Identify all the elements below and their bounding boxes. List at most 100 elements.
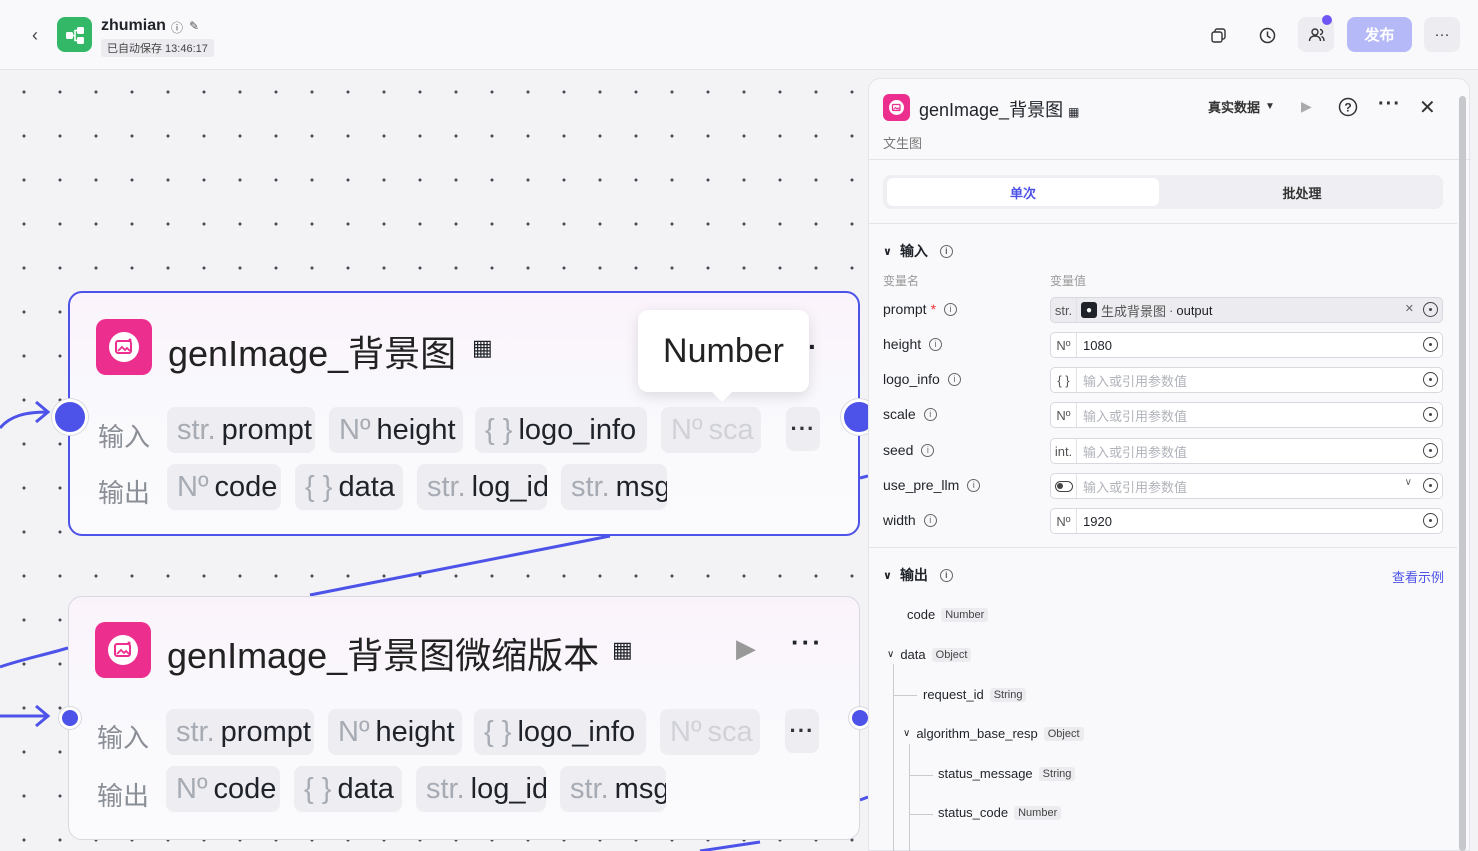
run-node-icon[interactable]: ▶ (736, 633, 756, 664)
plugin-store-icon: ▦ (472, 335, 493, 360)
more-inputs-button[interactable]: ··· (786, 407, 820, 451)
copy-icon[interactable] (1205, 22, 1231, 48)
app-logo (57, 17, 92, 52)
workflow-node-genimage-thumb[interactable]: genImage_背景图微缩版本 ▦ ▶ ··· 输入 输出 str. promp… (68, 596, 860, 840)
input-chip-scale: Nº sca (660, 709, 760, 755)
info-icon: i (947, 372, 961, 386)
input-chip-logo-info: { } logo_info (474, 709, 646, 755)
autosave-status: 已自动保存 13:46:17 (101, 39, 214, 57)
panel-more-icon[interactable]: ··· (1378, 93, 1401, 116)
node-output-label: 输出 (97, 781, 150, 811)
panel-title: genImage_背景图 ▦ (919, 100, 1080, 120)
info-icon: i (944, 302, 958, 316)
output-field-status-message: status_message String (938, 766, 1076, 781)
param-input-use-pre-llm[interactable]: 输入或引用参数值 ∨ (1050, 473, 1443, 499)
info-icon: i (929, 337, 943, 351)
col-header-value: 变量值 (1050, 274, 1087, 288)
variable-ref-icon[interactable] (1423, 302, 1438, 317)
output-chip-log-id: str. log_id (417, 464, 547, 510)
param-name-width: width i (883, 512, 937, 528)
notification-badge (1322, 15, 1332, 25)
col-header-name: 变量名 (883, 274, 920, 288)
tab-batch[interactable]: 批处理 (1165, 178, 1439, 206)
info-icon: i (939, 568, 953, 582)
ref-node-icon: ● (1081, 302, 1097, 318)
output-chip-log-id: str. log_id (416, 766, 546, 812)
run-icon[interactable]: ▶ (1301, 98, 1312, 115)
param-input-logo-info[interactable]: { } 输入或引用参数值 (1050, 367, 1443, 393)
output-section-header[interactable]: ∨ 输出 i (883, 565, 953, 585)
variable-ref-icon[interactable] (1423, 407, 1438, 422)
node-title: genImage_背景图 (168, 333, 457, 374)
svg-text:?: ? (1344, 101, 1351, 115)
image-gen-icon (96, 319, 152, 375)
tab-single[interactable]: 单次 (887, 178, 1159, 206)
node-output-label: 输出 (98, 478, 151, 508)
input-chip-height: Nº height (329, 407, 463, 453)
node-more-icon[interactable]: · (808, 331, 817, 363)
view-example-link[interactable]: 查看示例 (1392, 567, 1444, 586)
toggle-icon[interactable] (1051, 474, 1077, 498)
output-field-algorithm-base-resp[interactable]: ∨ algorithm_base_resp Object (903, 726, 1084, 741)
param-name-seed: seed i (883, 442, 935, 458)
close-icon[interactable]: ✕ (1419, 95, 1436, 120)
back-arrow-icon[interactable]: ‹ (24, 24, 46, 46)
info-icon[interactable]: ⓘ (171, 19, 183, 36)
help-icon[interactable]: ? (1338, 97, 1358, 117)
param-name-scale: scale i (883, 406, 937, 422)
chevron-down-icon: ∨ (883, 245, 892, 258)
workflow-canvas[interactable]: genImage_背景图 ▦ · 输入 输出 str. prompt Nº heig… (0, 70, 868, 851)
input-chip-prompt: str. prompt (167, 407, 315, 453)
variable-ref-icon[interactable] (1423, 372, 1438, 387)
history-icon[interactable] (1254, 22, 1280, 48)
data-mode-select[interactable]: 真实数据 ▼ (1208, 97, 1275, 116)
clear-icon[interactable]: ✕ (1405, 302, 1414, 315)
output-chip-data: { } data (295, 464, 403, 510)
node-output-port[interactable] (849, 707, 868, 729)
output-field-request-id: request_id String (923, 687, 1027, 702)
param-name-logo-info: logo_info i (883, 371, 961, 387)
plugin-store-icon: ▦ (1068, 105, 1080, 119)
param-input-scale[interactable]: Nº 输入或引用参数值 (1050, 402, 1443, 428)
info-icon: i (923, 407, 937, 421)
input-chip-logo-info: { } logo_info (475, 407, 647, 453)
output-chip-code: Nº code (167, 464, 281, 510)
node-more-icon[interactable]: ··· (791, 627, 823, 658)
param-input-prompt[interactable]: str. ● 生成背景图 · output ✕ (1050, 297, 1443, 323)
input-chip-prompt: str. prompt (166, 709, 314, 755)
chevron-down-icon[interactable]: ∨ (1405, 477, 1412, 488)
node-title: genImage_背景图微缩版本 (167, 635, 600, 676)
output-chip-code: Nº code (166, 766, 280, 812)
param-input-seed[interactable]: int. 输入或引用参数值 (1050, 438, 1443, 464)
param-name-prompt: prompt * i (883, 301, 958, 317)
output-field-status-code: status_code Number (938, 805, 1062, 820)
info-icon: i (923, 513, 937, 527)
node-input-port[interactable] (52, 399, 88, 435)
publish-button[interactable]: 发布 (1347, 17, 1412, 52)
image-gen-icon (95, 622, 151, 678)
node-test-panel: genImage_背景图 ▦ 文生图 真实数据 ▼ ▶ ? ··· ✕ 单次 批处… (868, 78, 1471, 851)
chevron-down-icon[interactable]: ∨ (887, 649, 894, 660)
chevron-down-icon[interactable]: ∨ (903, 728, 910, 739)
more-menu-icon[interactable]: ··· (1424, 17, 1460, 52)
output-field-data[interactable]: ∨ data Object (887, 647, 972, 662)
panel-scrollbar[interactable] (1459, 96, 1466, 851)
variable-ref-icon[interactable] (1423, 478, 1438, 493)
output-chip-msg: str. msg (561, 464, 667, 510)
param-input-width[interactable]: Nº 1920 (1050, 508, 1443, 534)
output-field-code: code Number (907, 607, 989, 622)
node-input-label: 输入 (98, 422, 151, 452)
variable-ref-icon[interactable] (1423, 443, 1438, 458)
output-chip-data: { } data (294, 766, 402, 812)
param-input-height[interactable]: Nº 1080 (1050, 332, 1443, 358)
more-inputs-button[interactable]: ··· (785, 709, 819, 753)
param-name-use-pre-llm: use_pre_llm i (883, 477, 981, 493)
edit-icon[interactable]: ✎ (189, 19, 199, 36)
input-section-header[interactable]: ∨ 输入 i (883, 241, 953, 261)
input-chip-scale: Nº sca (661, 407, 761, 453)
variable-ref-icon[interactable] (1423, 337, 1438, 352)
node-input-label: 输入 (97, 723, 150, 753)
variable-ref-icon[interactable] (1423, 513, 1438, 528)
node-input-port[interactable] (59, 707, 81, 729)
output-chip-msg: str. msg (560, 766, 666, 812)
